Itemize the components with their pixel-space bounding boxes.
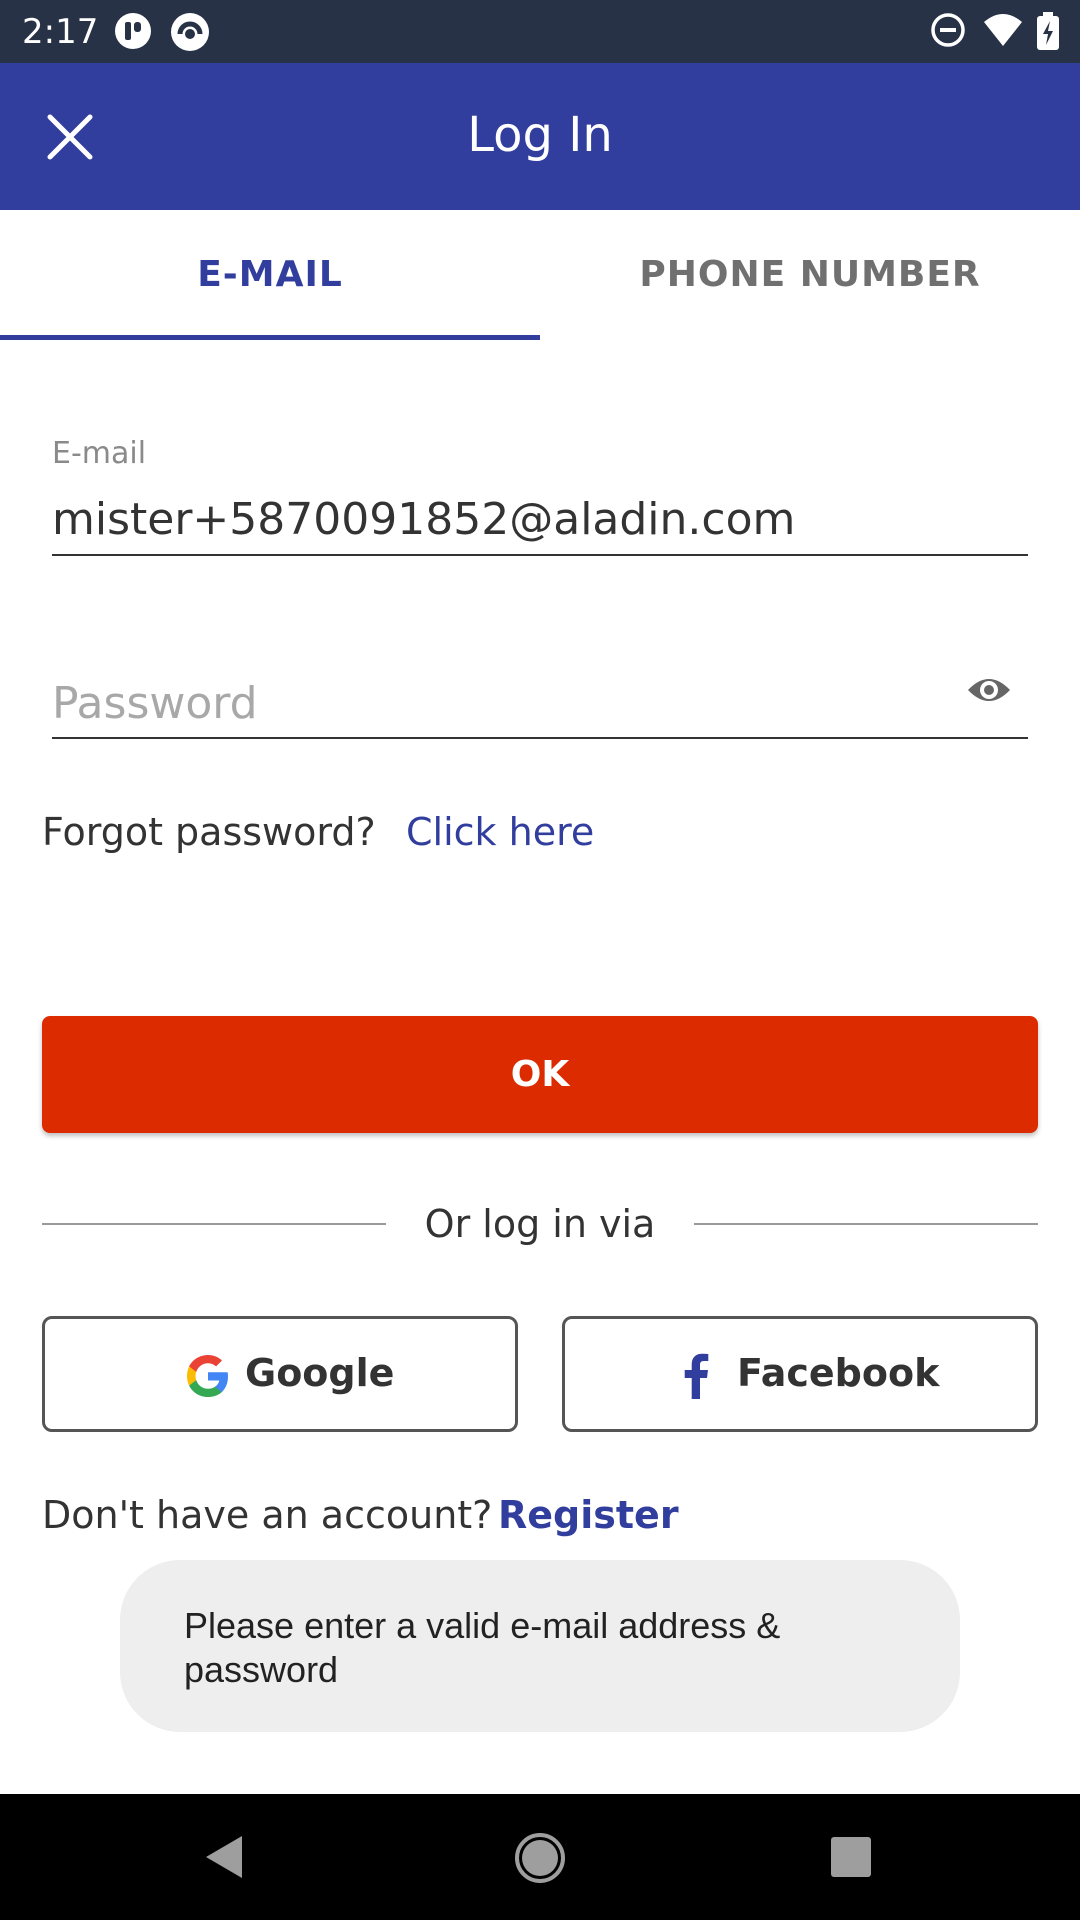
eye-icon[interactable] <box>966 670 1012 710</box>
facebook-button-label: Facebook <box>737 1351 940 1395</box>
notification-app-icon-2 <box>170 12 210 57</box>
google-button-label: Google <box>245 1351 395 1395</box>
battery-charging-icon <box>1036 12 1060 55</box>
wifi-icon <box>982 12 1024 53</box>
login-method-tabs: E-MAIL PHONE NUMBER <box>0 210 1080 340</box>
status-time: 2:17 <box>22 12 99 52</box>
forgot-password-link[interactable]: Click here <box>406 810 594 854</box>
ok-button[interactable]: OK <box>42 1016 1038 1133</box>
divider-line-right <box>694 1223 1038 1225</box>
password-field[interactable]: Password <box>52 678 258 729</box>
facebook-login-button[interactable]: Facebook <box>562 1316 1038 1432</box>
password-field-underline <box>52 737 1028 739</box>
tab-email[interactable]: E-MAIL <box>0 210 540 340</box>
toast-message: Please enter a valid e-mail address & pa… <box>184 1605 781 1690</box>
error-toast: Please enter a valid e-mail address & pa… <box>120 1560 960 1732</box>
navigation-bar <box>0 1794 1080 1920</box>
divider-line-left <box>42 1223 386 1225</box>
facebook-icon <box>683 1353 709 1404</box>
notification-app-icon <box>114 12 152 55</box>
back-icon[interactable] <box>204 1834 244 1885</box>
do-not-disturb-icon <box>930 12 966 53</box>
recents-icon[interactable] <box>830 1836 872 1883</box>
app-bar: Log In <box>0 63 1080 210</box>
email-field-label: E-mail <box>52 436 147 471</box>
tab-indicator <box>0 335 540 340</box>
email-field-underline <box>52 554 1028 556</box>
status-bar: 2:17 <box>0 0 1080 63</box>
google-icon <box>185 1353 231 1404</box>
google-login-button[interactable]: Google <box>42 1316 518 1432</box>
home-icon[interactable] <box>514 1832 566 1889</box>
no-account-text: Don't have an account? <box>42 1493 493 1537</box>
or-log-in-via-text: Or log in via <box>424 1202 656 1246</box>
page-title: Log In <box>467 107 613 163</box>
forgot-password-text: Forgot password? <box>42 810 376 854</box>
tab-phone-number[interactable]: PHONE NUMBER <box>540 210 1080 340</box>
email-field[interactable]: mister+5870091852@aladin.com <box>52 494 795 545</box>
register-link[interactable]: Register <box>498 1493 679 1537</box>
